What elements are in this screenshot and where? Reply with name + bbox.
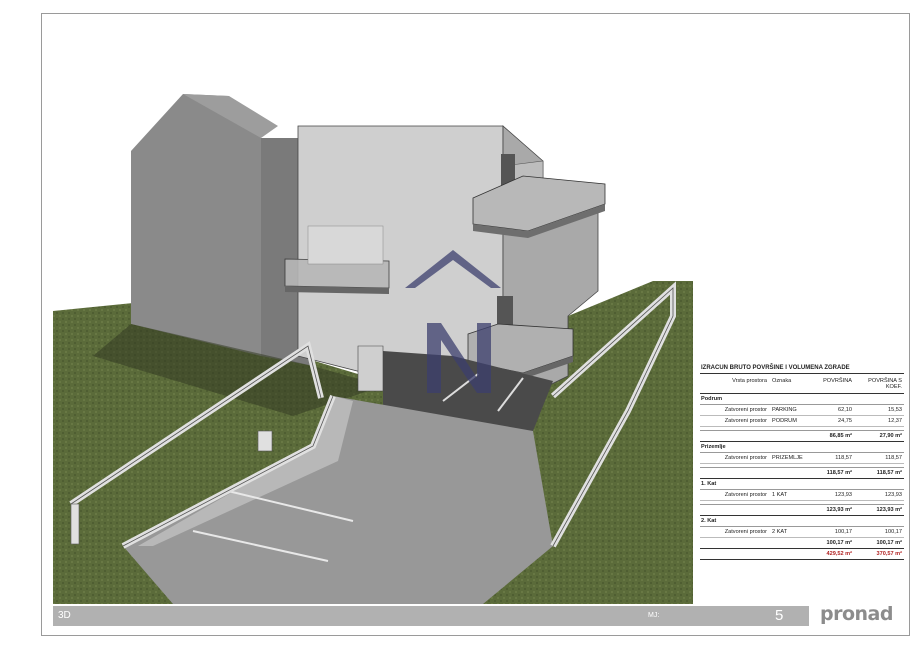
row-type: Zatvoreni prostor bbox=[724, 492, 767, 498]
row-code: PODRUM bbox=[772, 418, 797, 424]
subtotal-area: 123,93 m² bbox=[826, 507, 853, 513]
row-type: Zatvoreni prostor bbox=[724, 418, 767, 424]
subtotal-area: 118,57 m² bbox=[826, 470, 852, 476]
row-code: 2 KAT bbox=[772, 529, 788, 535]
subtotal-coef: 118,57 m² bbox=[876, 470, 902, 476]
subtotal-row: 100,17 m² 100,17 m² bbox=[700, 538, 904, 549]
subtotal-area: 100,17 m² bbox=[826, 540, 853, 546]
row-coef: 12,37 bbox=[888, 418, 902, 424]
render-svg bbox=[53, 94, 693, 604]
row-area: 24,75 bbox=[838, 418, 852, 424]
table-row: Zatvoreni prostor 1 KAT 123,93 123,93 bbox=[700, 490, 904, 501]
header-area: POVRŠINA bbox=[823, 378, 852, 384]
row-area: 62,10 bbox=[838, 407, 852, 413]
watermark-logo bbox=[405, 248, 505, 398]
row-coef: 100,17 bbox=[884, 529, 902, 535]
row-coef: 118,57 bbox=[885, 455, 902, 461]
row-code: PARKING bbox=[772, 407, 797, 413]
subtotal-coef: 100,17 m² bbox=[876, 540, 903, 546]
pronad-logo: pronad bbox=[820, 603, 893, 625]
row-type: Zatvoreni prostor bbox=[724, 529, 767, 535]
header-code: Oznaka bbox=[772, 378, 792, 384]
row-type: Zatvoreni prostor bbox=[724, 455, 767, 461]
view-label: 3D bbox=[58, 610, 71, 621]
row-area: 123,93 bbox=[834, 492, 852, 498]
title-block-footer: 3D MJ: 5 bbox=[53, 606, 809, 626]
row-code: PRIZEMLJE bbox=[772, 455, 803, 461]
building-3d-render bbox=[53, 26, 693, 604]
table-header-row: Vrsta prostora Oznaka POVRŠINA POVRŠINA … bbox=[700, 374, 904, 394]
table-row: Zatvoreni prostor PODRUM 24,75 12,37 bbox=[700, 416, 904, 427]
section-name: 1. Kat bbox=[700, 479, 904, 490]
page-number: 5 bbox=[775, 607, 784, 624]
subtotal-row: 118,57 m² 118,57 m² bbox=[700, 468, 904, 479]
row-coef: 123,93 bbox=[884, 492, 902, 498]
table-title: IZRACUN BRUTO POVRŠINE I VOLUMENA ZGRADE bbox=[700, 364, 904, 374]
row-code: 1 KAT bbox=[772, 492, 788, 498]
area-calculation-table: IZRACUN BRUTO POVRŠINE I VOLUMENA ZGRADE… bbox=[700, 364, 904, 560]
row-area: 118,57 bbox=[835, 455, 852, 461]
subtotal-area: 86,85 m² bbox=[829, 433, 852, 439]
total-coef: 370,57 m² bbox=[876, 551, 903, 557]
section-name: Podrum bbox=[700, 394, 904, 405]
total-row: 429,52 m² 370,57 m² bbox=[700, 549, 904, 560]
table-row: Zatvoreni prostor 2 KAT 100,17 100,17 bbox=[700, 527, 904, 538]
subtotal-coef: 123,93 m² bbox=[876, 507, 903, 513]
scale-label: MJ: bbox=[648, 612, 660, 619]
table-row: Zatvoreni prostor PARKING 62,10 15,53 bbox=[700, 405, 904, 416]
logo-post: nad bbox=[854, 603, 894, 625]
watermark-svg bbox=[405, 250, 501, 393]
header-type: Vrsta prostora bbox=[732, 378, 767, 384]
total-area: 429,52 m² bbox=[826, 551, 853, 557]
subtotal-row: 123,93 m² 123,93 m² bbox=[700, 505, 904, 516]
header-coef: POVRŠINA S KOEF. bbox=[868, 378, 902, 390]
table-row: Zatvoreni prostor PRIZEMLJE 118,57 118,5… bbox=[700, 453, 904, 464]
subtotal-coef: 27,90 m² bbox=[879, 433, 902, 439]
section-name: 2. Kat bbox=[700, 516, 904, 527]
section-name: Prizemlje bbox=[700, 442, 904, 453]
subtotal-row: 86,85 m² 27,90 m² bbox=[700, 431, 904, 442]
row-coef: 15,53 bbox=[888, 407, 902, 413]
logo-pre: pro bbox=[820, 603, 855, 625]
row-area: 100,17 bbox=[834, 529, 852, 535]
row-type: Zatvoreni prostor bbox=[724, 407, 767, 413]
